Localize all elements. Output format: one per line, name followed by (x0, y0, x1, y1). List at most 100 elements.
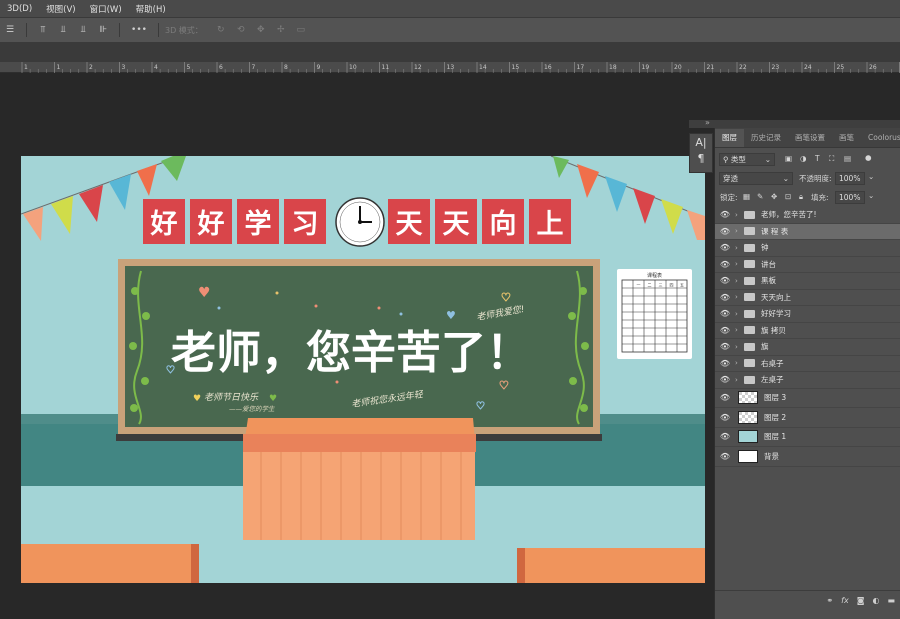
layer-row[interactable]: 👁︎ 图层 1 (715, 428, 900, 447)
menu-window[interactable]: 窗口(W) (83, 3, 129, 15)
layer-name: 图层 3 (764, 393, 787, 403)
flag (137, 164, 157, 196)
filter-smart-object-icon[interactable]: ▤ (844, 154, 851, 163)
distribute-icon[interactable]: ⊪ (96, 24, 110, 36)
3d-slide-icon[interactable]: ✢ (274, 24, 288, 36)
visibility-eye-icon[interactable]: 👁︎ (715, 210, 735, 219)
expand-arrow-icon[interactable]: › (735, 376, 744, 384)
layer-row[interactable]: 👁︎ › 左桌子 (715, 372, 900, 389)
panel-collapse-bar[interactable]: » (689, 118, 900, 128)
visibility-eye-icon[interactable]: 👁︎ (715, 393, 735, 402)
character-panel-icon[interactable]: A| (690, 134, 712, 150)
tab-coolorus[interactable]: Coolorus 2.5 (861, 129, 900, 147)
visibility-eye-icon[interactable]: 👁︎ (715, 432, 735, 441)
blend-mode-select[interactable]: 穿透 ⌄ (719, 172, 793, 185)
visibility-eye-icon[interactable]: 👁︎ (715, 276, 735, 285)
align-top-icon[interactable]: ⫪ (36, 24, 50, 36)
visibility-eye-icon[interactable]: 👁︎ (715, 452, 735, 461)
visibility-eye-icon[interactable]: 👁︎ (715, 227, 735, 236)
align-bottom-icon[interactable]: ⫫ (76, 24, 90, 36)
visibility-eye-icon[interactable]: 👁︎ (715, 375, 735, 384)
lock-all-icon[interactable]: 🔒︎ (799, 192, 803, 202)
folder-icon (744, 243, 755, 252)
filter-pixel-icon[interactable]: ▣ (785, 154, 792, 163)
layer-row[interactable]: 👁︎ 图层 3 (715, 389, 900, 408)
align-menu-icon[interactable]: ☰ (3, 24, 17, 36)
menu-3d[interactable]: 3D(D) (0, 4, 39, 14)
layer-row[interactable]: 👁︎ 背景 (715, 447, 900, 467)
filter-adjustment-icon[interactable]: ◑ (800, 154, 807, 163)
opacity-input[interactable]: 100% (835, 172, 865, 185)
expand-arrow-icon[interactable]: › (735, 211, 744, 219)
lock-transparent-icon[interactable]: ▦ (743, 192, 750, 201)
flag (687, 210, 705, 240)
3d-orbit-icon[interactable]: ↻ (214, 24, 228, 36)
expand-arrow-icon[interactable]: › (735, 326, 744, 334)
paragraph-panel-icon[interactable]: ¶ (690, 150, 712, 166)
fx-icon[interactable]: fx (841, 596, 849, 605)
filter-type-icon[interactable]: T (815, 154, 820, 163)
chevron-down-icon[interactable]: ⌄ (868, 172, 874, 181)
filter-kind-select[interactable]: ⚲ 类型 ⌄ (719, 153, 775, 166)
visibility-eye-icon[interactable]: 👁︎ (715, 260, 735, 269)
visibility-eye-icon[interactable]: 👁︎ (715, 359, 735, 368)
expand-arrow-icon[interactable]: › (735, 260, 744, 268)
visibility-eye-icon[interactable]: 👁︎ (715, 243, 735, 252)
expand-arrow-icon[interactable]: › (735, 310, 744, 318)
layer-row[interactable]: 👁︎ › 黑板 (715, 273, 900, 290)
filter-kind-value: 类型 (730, 155, 746, 164)
layer-row[interactable]: 👁︎ › 好好学习 (715, 306, 900, 323)
menu-view[interactable]: 视图(V) (39, 3, 82, 15)
align-vcenter-icon[interactable]: ⫫ (56, 24, 70, 36)
expand-arrow-icon[interactable]: › (735, 343, 744, 351)
chevron-down-icon[interactable]: ⌄ (868, 191, 874, 200)
expand-arrow-icon[interactable]: › (735, 359, 744, 367)
filter-toggle-icon[interactable]: ● (865, 153, 872, 162)
filter-shape-icon[interactable]: ⛶ (829, 154, 834, 164)
visibility-eye-icon[interactable]: 👁︎ (715, 342, 735, 351)
layer-row[interactable]: 👁︎ › 老师，您辛苦了! (715, 207, 900, 224)
layer-row[interactable]: 👁︎ › 钟 (715, 240, 900, 257)
more-options-button[interactable]: ••• (129, 24, 149, 36)
link-layers-icon[interactable]: ⚭ (826, 596, 833, 605)
document-canvas[interactable]: ♥ ♥ ♥ ♥ ♥ ♥ ♥ ♥ 好 好 学 习 天 天 向 上 老师，您辛苦了！… (21, 156, 705, 583)
horizontal-ruler[interactable]: 1 1 2 3 4 5 6 7 8 9 10 11 12 13 14 15 16 17 18 19 20 21 22 23 24… (0, 62, 900, 73)
layer-row[interactable]: 👁︎ › 天天向上 (715, 290, 900, 306)
3d-roll-icon[interactable]: ⟲ (234, 24, 248, 36)
expand-arrow-icon[interactable]: › (735, 277, 744, 285)
visibility-eye-icon[interactable]: 👁︎ (715, 413, 735, 422)
layer-list: 👁︎ › 老师，您辛苦了! 👁︎ › 课 程 表 👁︎ › 钟 👁︎ › 讲台 👁︎ › 黑板 👁︎ › 天天向上… (715, 207, 900, 467)
lock-artboard-icon[interactable]: ⊡ (785, 192, 791, 201)
title-char: 天 (435, 199, 477, 244)
menu-help[interactable]: 帮助(H) (129, 3, 173, 15)
collapse-arrows-icon[interactable]: » (705, 118, 710, 127)
expand-arrow-icon[interactable]: › (735, 293, 744, 301)
tab-layers[interactable]: 图层 (715, 129, 744, 147)
visibility-eye-icon[interactable]: 👁︎ (715, 326, 735, 335)
layer-thumbnail (738, 391, 758, 405)
layer-row[interactable]: 👁︎ › 旗 拷贝 (715, 323, 900, 339)
ruler-label: 8 (284, 64, 288, 71)
layer-row[interactable]: 👁︎ 图层 2 (715, 408, 900, 428)
layer-thumbnail (738, 410, 758, 424)
tab-brush[interactable]: 画笔 (832, 129, 861, 147)
visibility-eye-icon[interactable]: 👁︎ (715, 293, 735, 302)
lock-move-icon[interactable]: ✥ (771, 192, 777, 201)
3d-pan-icon[interactable]: ✥ (254, 24, 268, 36)
adjustment-layer-icon[interactable]: ◐ (872, 596, 879, 605)
divider (119, 23, 120, 37)
layer-row[interactable]: 👁︎ › 讲台 (715, 257, 900, 273)
fill-input[interactable]: 100% (835, 191, 865, 204)
3d-camera-icon[interactable]: ▭ (294, 24, 308, 36)
layer-row[interactable]: 👁︎ › 课 程 表 (715, 223, 900, 240)
new-group-icon[interactable]: ▬ (887, 596, 895, 605)
add-mask-icon[interactable]: ◙ (857, 596, 865, 605)
lock-paint-icon[interactable]: ✎ (757, 192, 763, 201)
tab-brush-settings[interactable]: 画笔设置 (788, 129, 832, 147)
tab-history[interactable]: 历史记录 (744, 129, 788, 147)
visibility-eye-icon[interactable]: 👁︎ (715, 309, 735, 318)
layer-row[interactable]: 👁︎ › 旗 (715, 339, 900, 356)
expand-arrow-icon[interactable]: › (735, 244, 744, 252)
layer-row[interactable]: 👁︎ › 右桌子 (715, 356, 900, 372)
expand-arrow-icon[interactable]: › (735, 227, 744, 235)
